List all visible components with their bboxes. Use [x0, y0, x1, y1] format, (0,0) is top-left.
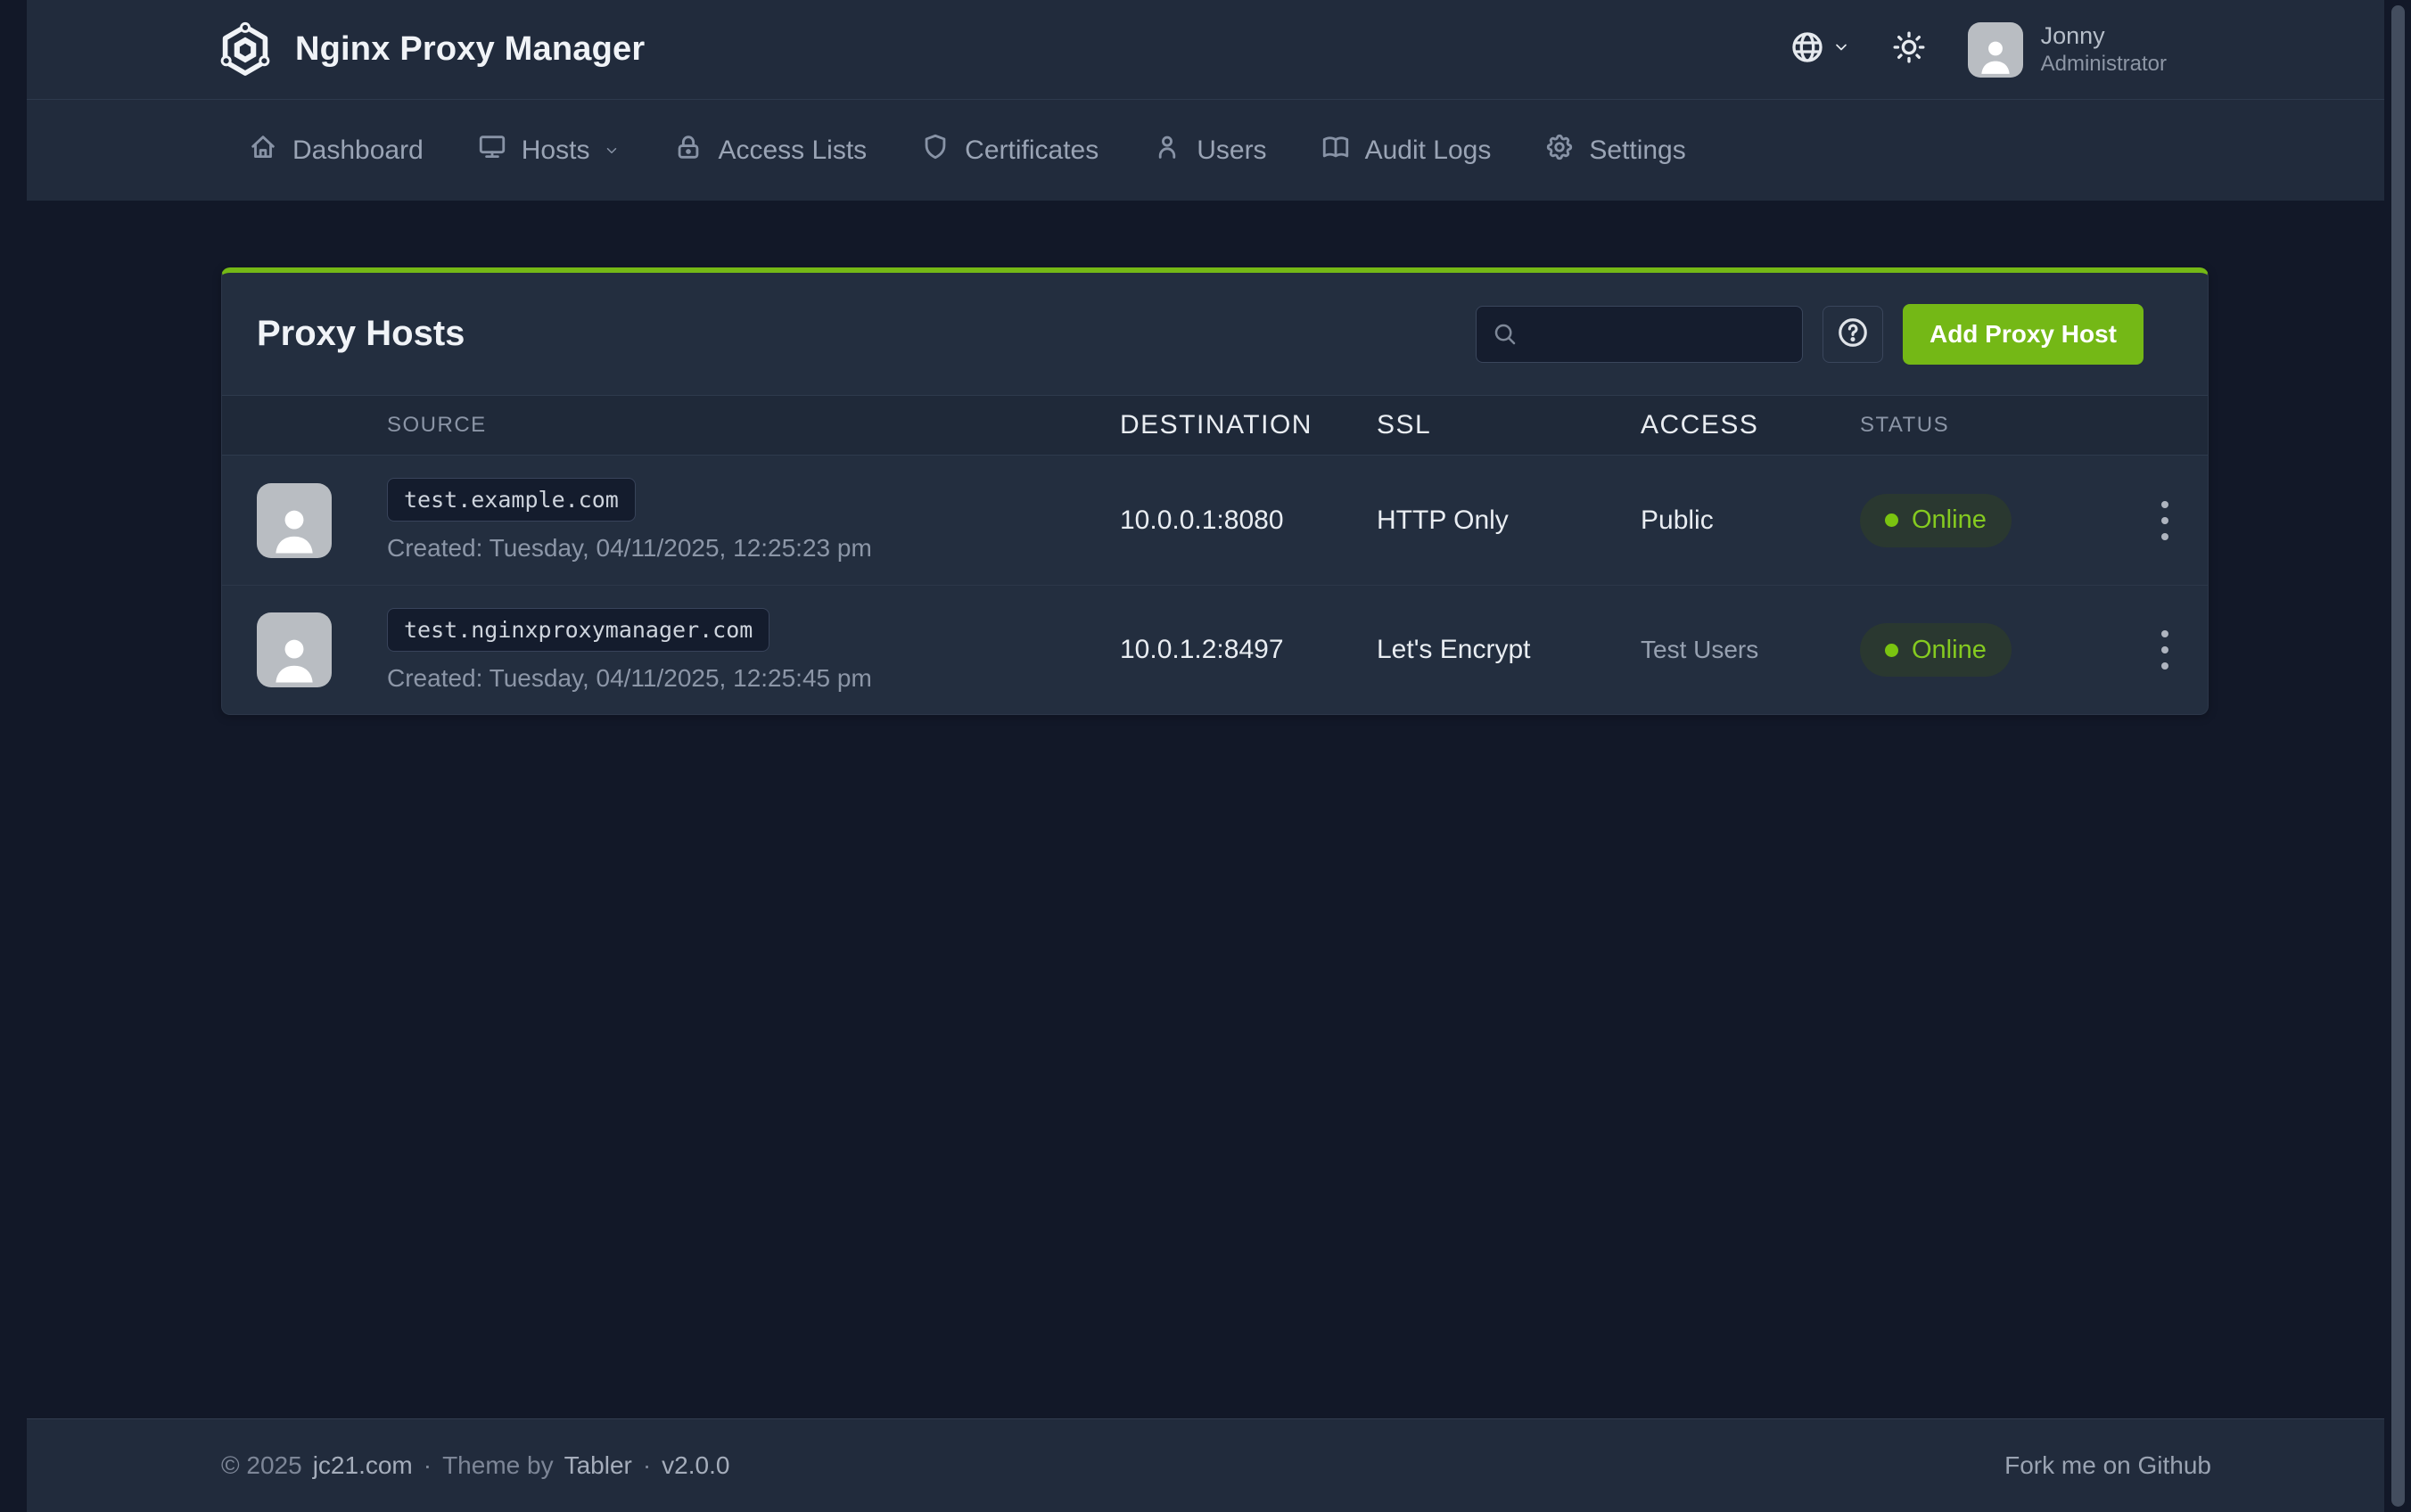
add-proxy-host-button[interactable]: Add Proxy Host [1903, 304, 2144, 365]
source-host-badge[interactable]: test.nginxproxymanager.com [387, 608, 769, 652]
col-header-ssl: SSL [1377, 410, 1641, 440]
nav-item-audit-logs[interactable]: Audit Logs [1321, 132, 1492, 169]
col-header-destination: Destination [1120, 410, 1377, 440]
access-value: Public [1641, 505, 1860, 536]
globe-icon [1790, 29, 1825, 70]
shield-icon [920, 132, 950, 169]
chevron-down-icon [604, 136, 620, 166]
nav-label: Settings [1589, 136, 1685, 166]
separator: · [424, 1451, 432, 1480]
nav-item-access-lists[interactable]: Access Lists [673, 132, 867, 169]
source-host-badge[interactable]: test.example.com [387, 478, 636, 522]
brand[interactable]: Nginx Proxy Manager [217, 21, 645, 78]
nav-item-certificates[interactable]: Certificates [920, 132, 1099, 169]
home-icon [248, 132, 278, 169]
access-value: Test Users [1641, 636, 1860, 664]
theme-link[interactable]: Tabler [564, 1451, 632, 1480]
user-avatar [1968, 22, 2023, 78]
created-text: Created: Tuesday, 04/11/2025, 12:25:23 p… [387, 534, 1120, 563]
scrollbar[interactable] [2391, 5, 2405, 1507]
user-name: Jonny [2041, 21, 2167, 52]
nav-item-settings[interactable]: Settings [1544, 132, 1685, 169]
ssl-value: Let's Encrypt [1377, 635, 1641, 665]
status-dot-icon [1885, 514, 1898, 527]
destination-value: 10.0.1.2:8497 [1120, 635, 1377, 665]
help-circle-icon [1836, 316, 1870, 352]
col-header-access: Access [1641, 410, 1860, 440]
topbar: Nginx Proxy Manager [27, 0, 2384, 100]
row-actions-kebab-icon[interactable] [2154, 494, 2176, 547]
help-button[interactable] [1823, 306, 1883, 363]
destination-value: 10.0.0.1:8080 [1120, 505, 1377, 536]
nav-label: Audit Logs [1365, 136, 1492, 166]
app-shell: Nginx Proxy Manager [27, 0, 2384, 1512]
app-title: Nginx Proxy Manager [295, 30, 645, 69]
page-title: Proxy Hosts [257, 314, 465, 354]
lock-icon [673, 132, 704, 169]
nav-label: Dashboard [292, 136, 424, 166]
nav-item-hosts[interactable]: Hosts [477, 132, 621, 169]
col-header-status: Status [1860, 413, 2121, 438]
main-content: Proxy Hosts [27, 201, 2384, 1418]
nav-label: Hosts [522, 136, 590, 166]
proxy-hosts-card: Proxy Hosts [221, 267, 2209, 715]
language-selector[interactable] [1790, 29, 1850, 70]
table-row[interactable]: test.nginxproxymanager.com Created: Tues… [222, 585, 2208, 714]
book-icon [1321, 132, 1351, 169]
owner-avatar [257, 483, 332, 558]
owner-avatar [257, 612, 332, 687]
nav-label: Certificates [965, 136, 1099, 166]
nav-item-users[interactable]: Users [1152, 132, 1266, 169]
fork-github-link[interactable]: Fork me on Github [2004, 1451, 2211, 1480]
status-label: Online [1912, 505, 1987, 535]
ssl-value: HTTP Only [1377, 505, 1641, 536]
main-nav: Dashboard Hosts Access Lists [27, 100, 2384, 201]
user-menu[interactable]: Jonny Administrator [1968, 21, 2167, 78]
created-text: Created: Tuesday, 04/11/2025, 12:25:45 p… [387, 664, 1120, 693]
col-header-source: Source [387, 413, 1120, 438]
nav-label: Users [1197, 136, 1266, 166]
theme-by-text: Theme by [442, 1451, 554, 1480]
sun-icon [1891, 29, 1927, 70]
monitor-icon [477, 132, 507, 169]
company-link[interactable]: jc21.com [313, 1451, 413, 1480]
user-role: Administrator [2041, 51, 2167, 78]
status-dot-icon [1885, 644, 1898, 657]
row-actions-kebab-icon[interactable] [2154, 623, 2176, 677]
footer: © 2025 jc21.com · Theme by Tabler · v2.0… [27, 1418, 2384, 1512]
gear-icon [1544, 132, 1575, 169]
status-label: Online [1912, 636, 1987, 665]
theme-toggle[interactable] [1891, 29, 1927, 70]
version-text: v2.0.0 [662, 1451, 729, 1480]
nav-item-dashboard[interactable]: Dashboard [248, 132, 424, 169]
app-logo-icon [217, 21, 274, 78]
status-badge: Online [1860, 494, 2012, 547]
separator: · [643, 1451, 651, 1480]
search-icon [1492, 321, 1518, 352]
copyright-text: © 2025 [221, 1451, 302, 1480]
user-icon [1152, 132, 1182, 169]
chevron-down-icon [1832, 38, 1850, 61]
table-header: Source Destination SSL Access Status [222, 395, 2208, 456]
status-badge: Online [1860, 623, 2012, 677]
table-row[interactable]: test.example.com Created: Tuesday, 04/11… [222, 456, 2208, 585]
nav-label: Access Lists [718, 136, 867, 166]
search-input[interactable] [1476, 306, 1803, 363]
